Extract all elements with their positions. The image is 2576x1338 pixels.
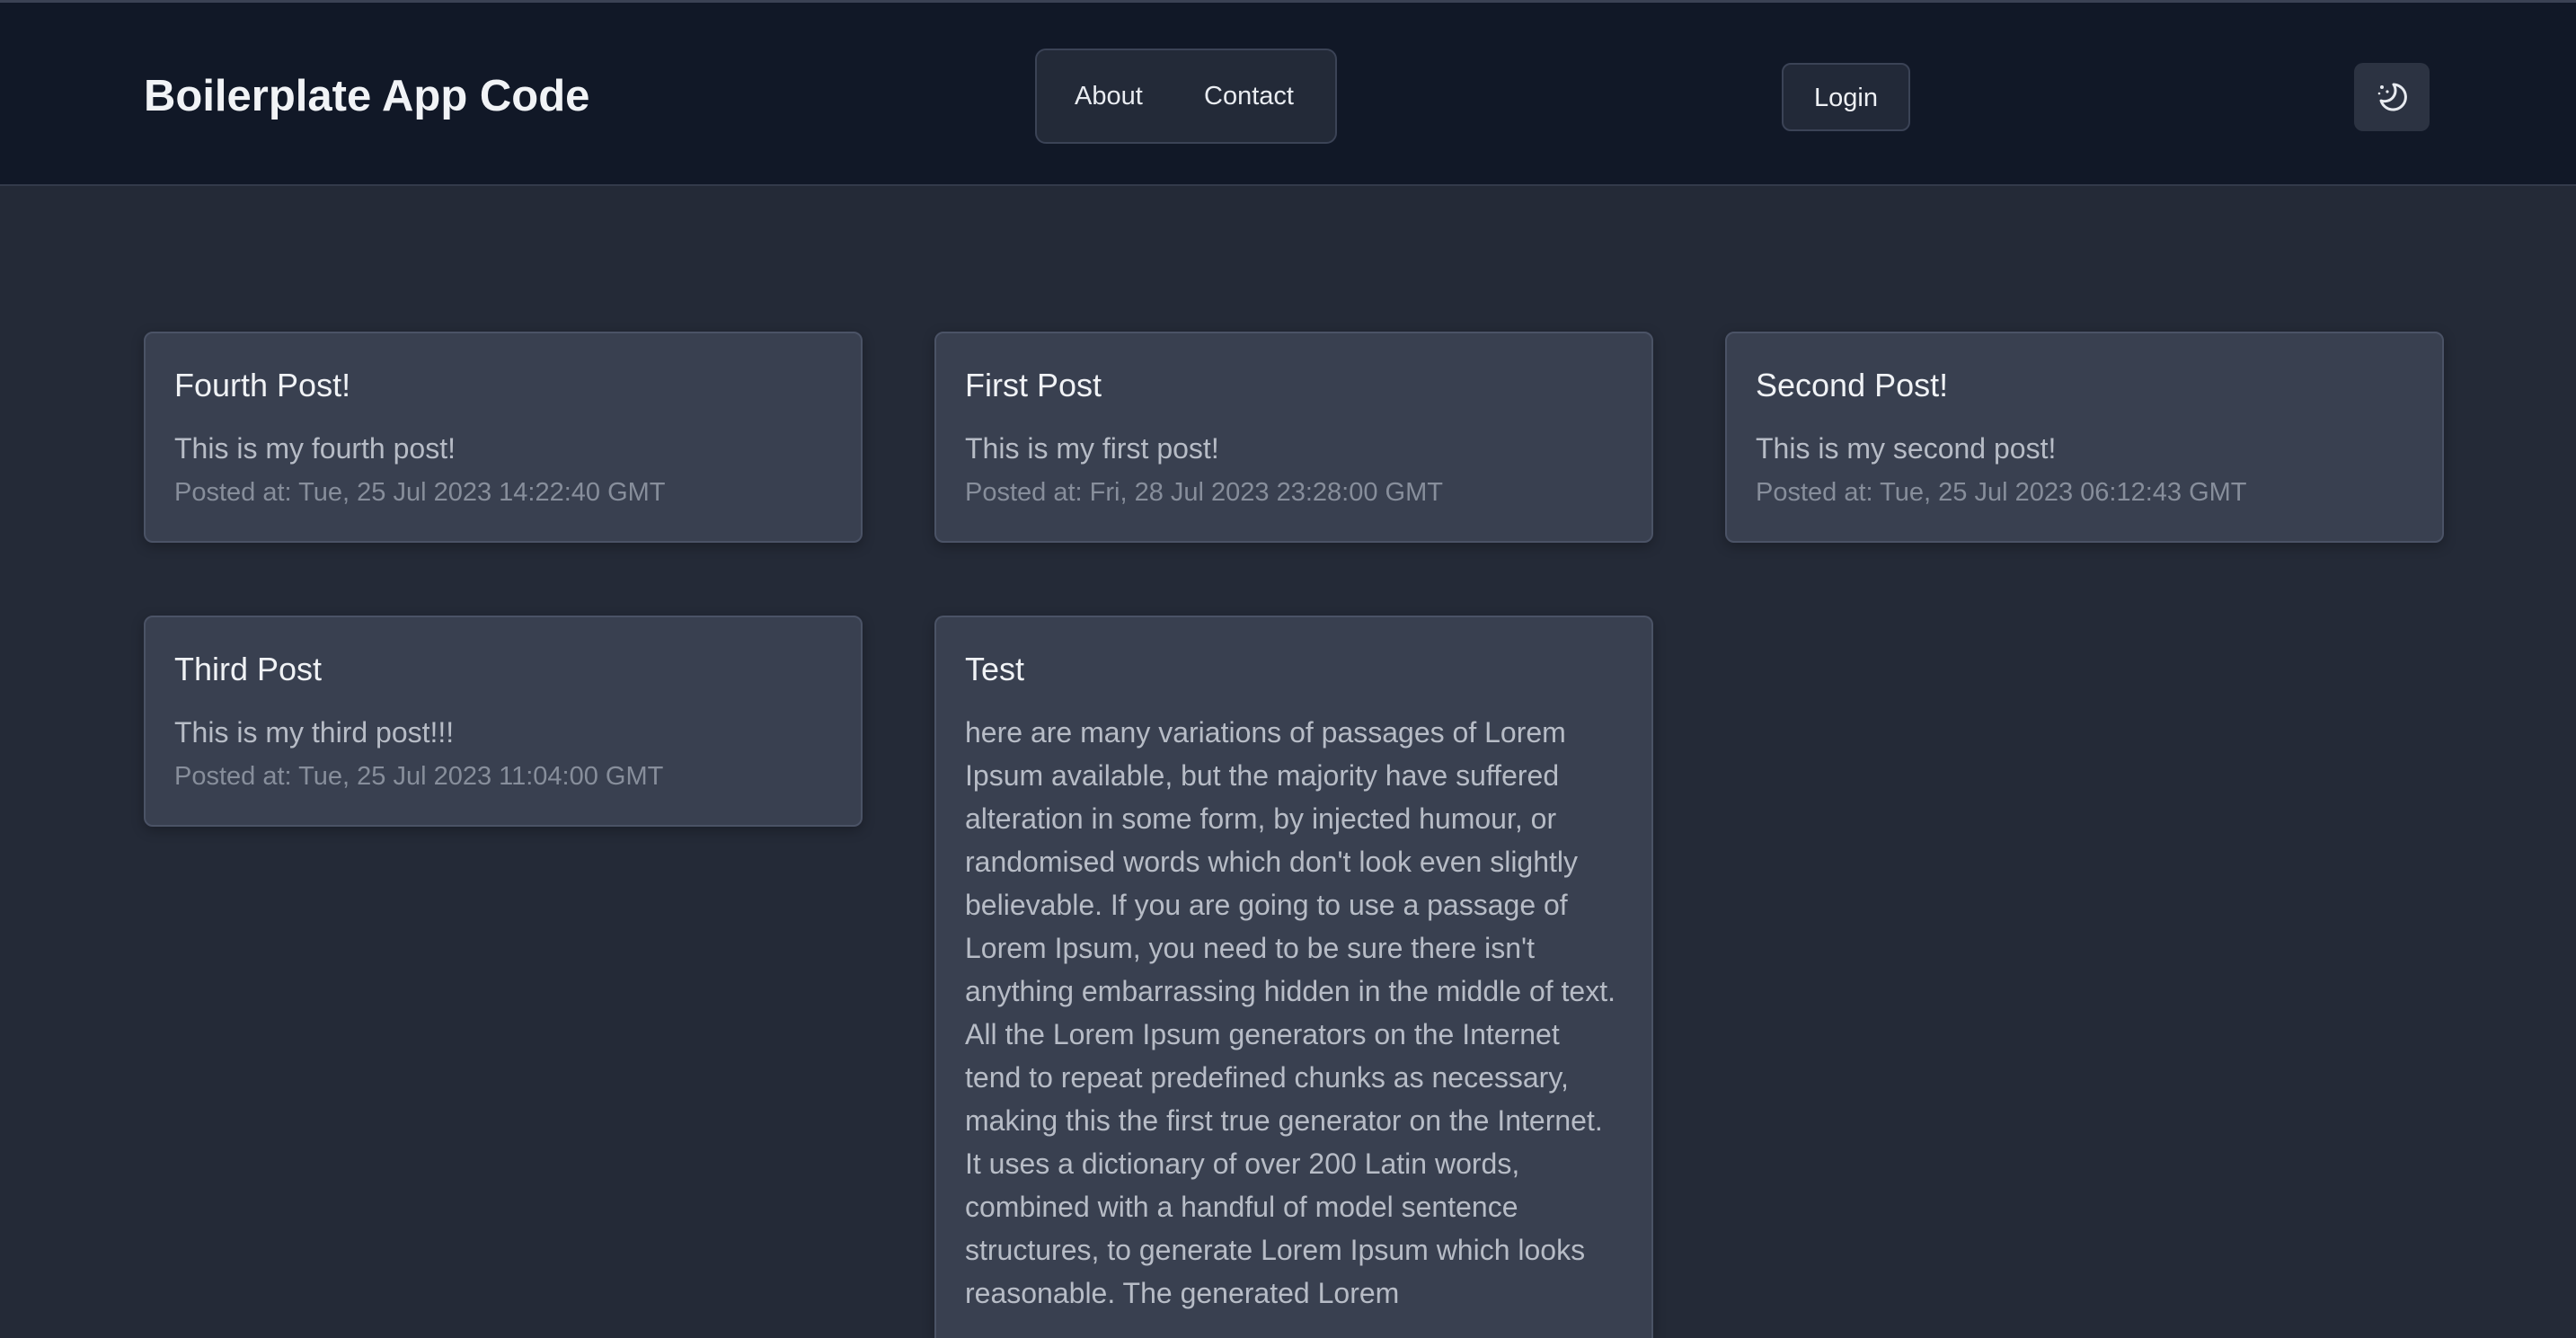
post-card[interactable]: Second Post! This is my second post! Pos… (1725, 332, 2444, 543)
post-title: Second Post! (1756, 367, 1949, 403)
top-navbar: Boilerplate App Code About Contact Login (0, 0, 2576, 186)
post-title: Fourth Post! (174, 367, 351, 403)
post-body: This is my second post! (1756, 432, 2057, 465)
nav-about-link[interactable]: About (1075, 79, 1143, 113)
post-card[interactable]: First Post This is my first post! Posted… (934, 332, 1653, 543)
theme-toggle-button[interactable] (2354, 63, 2430, 131)
post-title: First Post (965, 367, 1102, 403)
post-date: Posted at: Tue, 25 Jul 2023 11:04:00 GMT (174, 762, 664, 791)
nav-links: About Contact (1035, 49, 1337, 144)
app-brand[interactable]: Boilerplate App Code (144, 69, 589, 123)
post-title: Test (965, 651, 1025, 687)
post-body: This is my fourth post! (174, 432, 456, 465)
post-body: This is my third post!!! (174, 716, 455, 749)
moon-stars-icon (2377, 83, 2407, 111)
post-card[interactable]: Fourth Post! This is my fourth post! Pos… (144, 332, 863, 543)
post-date: Posted at: Tue, 25 Jul 2023 06:12:43 GMT (1756, 478, 2247, 507)
post-body: This is my first post! (965, 432, 1219, 465)
post-date: Posted at: Tue, 25 Jul 2023 14:22:40 GMT (174, 478, 666, 507)
post-body: here are many variations of passages of … (965, 716, 1616, 1309)
post-title: Third Post (174, 651, 323, 687)
login-button[interactable]: Login (1782, 63, 1910, 131)
post-date: Posted at: Fri, 28 Jul 2023 23:28:00 GMT (965, 478, 1443, 507)
post-card[interactable]: Third Post This is my third post!!! Post… (144, 616, 863, 827)
nav-contact-link[interactable]: Contact (1204, 79, 1294, 113)
post-card[interactable]: Test here are many variations of passage… (934, 616, 1653, 1338)
